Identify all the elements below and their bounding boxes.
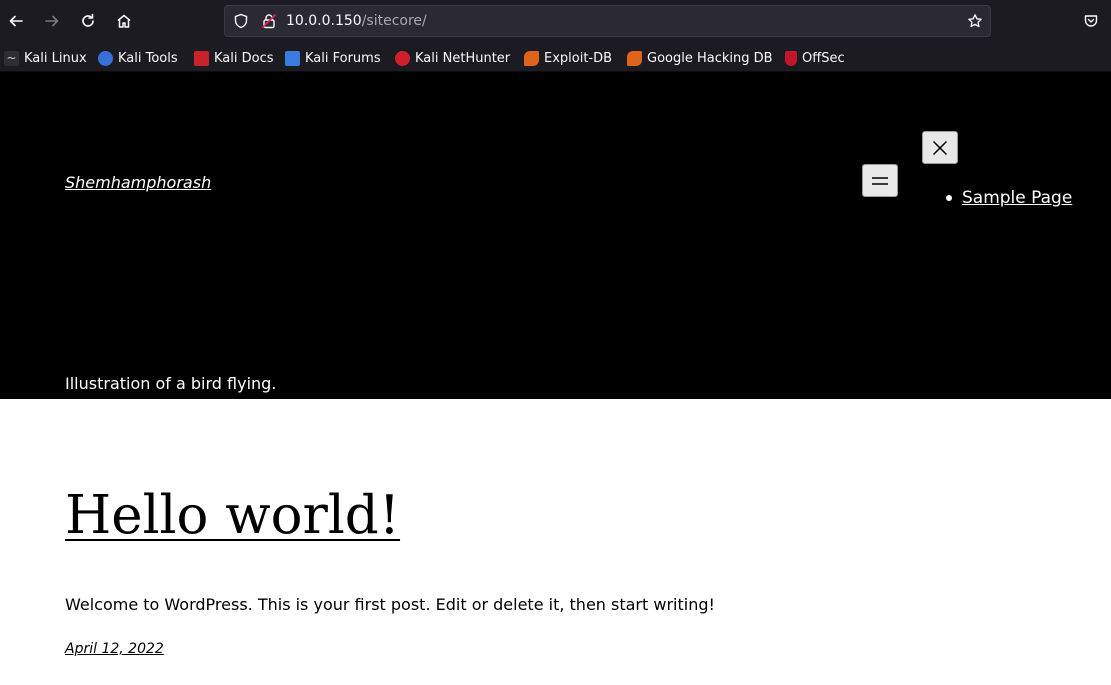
offsec-icon xyxy=(785,50,797,66)
bookmark-kali-nethunter[interactable]: Kali NetHunter xyxy=(395,49,510,67)
kali-forums-icon xyxy=(285,50,300,66)
bookmark-kali-tools[interactable]: Kali Tools xyxy=(98,49,178,67)
bookmark-label: Kali Linux xyxy=(24,50,87,66)
url-path: /sitecore/ xyxy=(361,13,427,29)
close-menu-button[interactable] xyxy=(922,131,958,164)
bookmark-label: Kali Tools xyxy=(118,50,178,66)
insecure-lock-icon[interactable] xyxy=(261,13,277,29)
sample-page-link[interactable]: Sample Page xyxy=(962,188,1072,208)
url-text[interactable]: 10.0.0.150/sitecore/ xyxy=(286,13,427,29)
post-content: Welcome to WordPress. This is your first… xyxy=(65,595,715,614)
bookmarks-toolbar: ~ Kali Linux Kali Tools Kali Docs Kali F… xyxy=(0,43,1111,72)
exploit-db-icon xyxy=(524,50,539,66)
bookmark-kali-docs[interactable]: Kali Docs xyxy=(194,49,274,67)
kali-docs-icon xyxy=(194,50,209,66)
bookmark-label: Google Hacking DB xyxy=(647,50,773,66)
site-title-link[interactable]: Shemhamphorash xyxy=(65,173,211,192)
back-arrow-icon[interactable] xyxy=(2,7,30,35)
bookmark-star-icon[interactable] xyxy=(967,13,983,29)
bookmark-label: Kali Forums xyxy=(305,50,381,66)
site-header: Shemhamphorash Sample Page Illustration … xyxy=(0,72,1111,399)
nav-item-sample-page: Sample Page xyxy=(946,188,1072,208)
ghdb-icon xyxy=(627,50,642,66)
kali-nethunter-icon xyxy=(395,50,410,66)
forward-arrow-icon[interactable] xyxy=(38,7,66,35)
close-icon xyxy=(932,140,948,155)
bookmark-google-hacking-db[interactable]: Google Hacking DB xyxy=(627,49,773,67)
bookmark-offsec[interactable]: OffSec xyxy=(785,49,845,67)
home-icon[interactable] xyxy=(110,7,138,35)
kali-dragon-icon: ~ xyxy=(4,50,19,66)
bookmark-kali-forums[interactable]: Kali Forums xyxy=(285,49,381,67)
header-image-alt-text: Illustration of a bird flying. xyxy=(65,374,277,393)
url-bar[interactable]: 10.0.0.150/sitecore/ xyxy=(224,5,991,37)
bookmark-kali-linux[interactable]: ~ Kali Linux xyxy=(4,49,87,67)
bookmark-label: Kali NetHunter xyxy=(415,50,511,66)
post-title-link[interactable]: Hello world! xyxy=(65,484,400,548)
bookmark-label: Kali Docs xyxy=(214,50,274,66)
bookmark-label: OffSec xyxy=(802,50,845,66)
browser-toolbar: 10.0.0.150/sitecore/ xyxy=(0,0,1111,43)
pocket-icon[interactable] xyxy=(1077,7,1105,35)
bookmark-exploit-db[interactable]: Exploit-DB xyxy=(524,49,612,67)
list-bullet xyxy=(946,195,952,201)
url-host: 10.0.0.150 xyxy=(286,13,362,29)
hamburger-icon xyxy=(872,176,888,185)
bookmark-label: Exploit-DB xyxy=(544,50,613,66)
post-date-link[interactable]: April 12, 2022 xyxy=(65,641,164,657)
shield-icon[interactable] xyxy=(233,13,249,29)
kali-tools-icon xyxy=(98,50,113,66)
navigation-menu: Sample Page xyxy=(946,188,1072,208)
open-menu-button[interactable] xyxy=(862,164,898,197)
reload-icon[interactable] xyxy=(74,7,102,35)
